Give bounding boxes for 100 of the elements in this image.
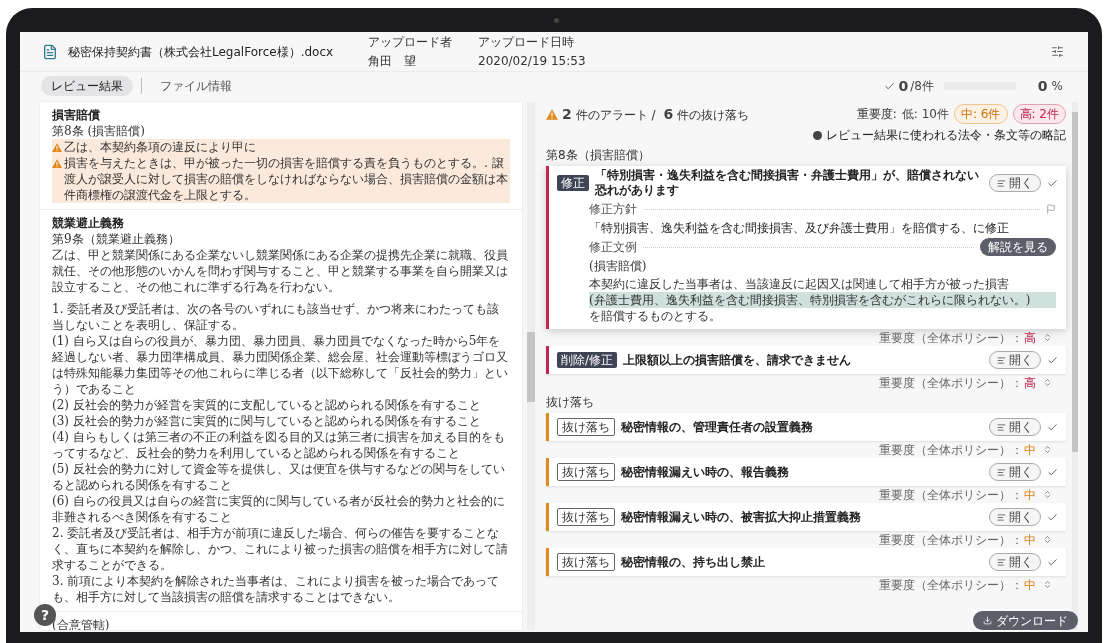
progress-total: /8件	[910, 78, 934, 95]
sort-icon[interactable]	[1043, 535, 1052, 544]
field-label: 修正文例	[589, 239, 637, 256]
progress-count: 0	[898, 76, 909, 96]
download-button[interactable]: ダウンロード	[973, 611, 1078, 630]
upload-date-label: アップロード日時	[478, 34, 575, 51]
item-title: 「特別損害・逸失利益を含む間接損害・弁護士費用」が、賠償されない恐れがあります	[595, 168, 980, 198]
lines-icon	[997, 178, 1006, 188]
open-button[interactable]: 開く	[989, 418, 1041, 436]
clause-text: 2. 委託者及び受託者は、相手方が前項に違反した場合、何らの催告を要することなく、直ちに本契約を解除し、かつ、これにより被った損害の賠償を相手方に対して請求することができる。	[52, 525, 509, 573]
severity-label: 重要度（全体ポリシー）：	[879, 486, 1023, 504]
open-button[interactable]: 開く	[989, 174, 1041, 192]
clause-text: 乙は、甲と競業関係にある企業ないし競業関係にある企業の提携先企業に就職、役員就任、その他形態のいかんを問わず関与すること、甲と競業する事業を自ら開業又は設立すること、その他これに準ずる行為を行わない。	[52, 247, 509, 295]
highlighted-clause: 損害を与えたときは、甲が被った一切の損害を賠償する責を負うものとする。. 譲渡人が譲受人に対して損害の賠償をしなければならない場合、損害賠償の金額は本件商標権の譲渡代金を上限とする。	[64, 155, 509, 203]
lines-icon	[997, 355, 1006, 365]
check-icon[interactable]	[1047, 466, 1058, 478]
review-card[interactable]: 抜け落ち 秘密情報の、持ち出し禁止 開く	[546, 548, 1066, 576]
clause-text: (3) 反社会的勢力が経営に実質的に関与していると認められる関係を有すること	[52, 413, 482, 429]
severity-label: 重要度（全体ポリシー）：	[879, 576, 1023, 594]
highlighted-clause: 乙は、本契約条項の違反により甲に	[64, 139, 256, 155]
item-tag: 修正	[557, 175, 589, 191]
policy-text: 「特別損害、逸失利益を含む間接損害、及び弁護士費用」を賠償する、に修正	[589, 220, 1010, 237]
open-button[interactable]: 開く	[989, 508, 1041, 526]
alert-label: 件のアラート /	[575, 106, 656, 124]
group-heading: 第8条（損害賠償）	[546, 147, 651, 164]
severity-label: 重要度（全体ポリシー）：	[879, 374, 1023, 392]
omission-label: 件の抜け落ち	[677, 106, 750, 124]
section-heading: 競業避止義務	[52, 215, 125, 231]
item-title: 秘密情報漏えい時の、報告義務	[621, 464, 790, 480]
upload-date: 2020/02/19 15:53	[478, 53, 587, 70]
sort-icon[interactable]	[1043, 445, 1052, 454]
clause-text: (6) 自らの役員又は自らの経営に実質的に関与している者が反社会的勢力と社会的に非難されるべき関係を有すること	[52, 493, 506, 525]
open-button[interactable]: 開く	[989, 553, 1041, 571]
example-text: を賠償するものとする。	[589, 308, 722, 324]
check-icon[interactable]	[1047, 421, 1058, 433]
section-heading: 損害賠償	[52, 107, 101, 123]
lines-icon	[997, 557, 1006, 567]
check-icon[interactable]	[1047, 556, 1058, 568]
sort-icon[interactable]	[1043, 490, 1052, 499]
clause-text: (5) 反社会的勢力に対して資金等を提供し、又は便宜を供与するなどの関与をしていると認められる関係を有すること	[52, 461, 506, 493]
sort-icon[interactable]	[1043, 580, 1052, 589]
item-title: 秘密情報の、管理責任者の設置義務	[621, 419, 814, 435]
progress-percent: 0	[1037, 76, 1048, 96]
item-title: 秘密情報漏えい時の、被害拡大抑止措置義務	[621, 509, 862, 525]
open-button[interactable]: 開く	[989, 351, 1041, 369]
severity-label: 重要度（全体ポリシー）：	[879, 441, 1023, 459]
clause-text: (2) 反社会的勢力が経営を実質的に支配していると認められる関係を有すること	[52, 397, 482, 413]
severity-label: 重要度（全体ポリシー）：	[879, 329, 1023, 347]
high-count: 高: 2件	[1012, 104, 1066, 124]
download-icon	[983, 616, 992, 625]
file-name: 秘密保持契約書（株式会社LegalForce様）.docx	[68, 43, 335, 61]
sort-icon[interactable]	[1043, 333, 1052, 342]
tab[interactable]: ファイル情報	[150, 76, 242, 96]
review-card[interactable]: 抜け落ち 秘密情報漏えい時の、報告義務 開く	[546, 458, 1066, 486]
review-card[interactable]: 修正 「特別損害・逸失利益を含む間接損害・弁護士費用」が、賠償されない恐れがあります 開く 修正方針 「特別損害、逸失利益を含む間接損害、及び弁護士費用」を賠償する、に修正 修正文例 解説を見る (損害賠償) 本契約に違反した当事者は、当該違反に起因又は関連して相手方が被った損害 (弁護士費用、逸失利益を含む間接損害、特別損害を含むがこれらに限られない。) を賠償するものとする。	[546, 166, 1066, 329]
clause-text: 3. 前項により本契約を解除された当事者は、これにより損害を被った場合であっても、相手方に対して当該損害の賠償を請求することはできない。	[52, 573, 501, 605]
check-icon[interactable]	[1047, 511, 1058, 523]
severity-value: 高	[1024, 374, 1036, 392]
highlighted-text: (弁護士費用、逸失利益を含む間接損害、特別損害を含むがこれらに限られない。)	[589, 292, 1056, 308]
item-title: 上限額以上の損害賠償を、請求できません	[623, 352, 853, 368]
explanation-button[interactable]: 解説を見る	[980, 238, 1056, 256]
severity-heading: 重要度:	[856, 106, 897, 123]
clause-text: (1) 自ら又は自らの役員が、暴力団、暴力団員、暴力団員でなくなった時から5年を経過しない者、暴力団準構成員、暴力団関係企業、総会屋、社会運動等標ぼうゴロ又は特殊知能暴力集団等その他これらに準じる者（以下総称して「反社会的勢力」という）であること	[52, 333, 509, 397]
item-tag: 削除/修正	[557, 352, 618, 368]
warning-icon	[52, 159, 62, 168]
item-title: 秘密情報の、持ち出し禁止	[621, 554, 766, 570]
item-tag: 抜け落ち	[557, 553, 615, 571]
severity-label: 重要度（全体ポリシー）：	[879, 531, 1023, 549]
open-button[interactable]: 開く	[989, 463, 1041, 481]
severity-value: 中	[1024, 576, 1036, 594]
omission-count: 6	[663, 105, 674, 124]
tab[interactable]: レビュー結果	[41, 76, 133, 96]
review-card[interactable]: 抜け落ち 秘密情報の、管理責任者の設置義務 開く	[546, 413, 1066, 441]
example-text: 本契約に違反した当事者は、当該違反に起因又は関連して相手方が被った損害	[589, 276, 1010, 292]
lines-icon	[997, 422, 1006, 432]
medium-count: 中: 6件	[954, 104, 1008, 124]
check-icon[interactable]	[1047, 177, 1058, 189]
sort-icon[interactable]	[1043, 378, 1052, 387]
severity-value: 高	[1024, 329, 1036, 347]
clause-text: 1. 委託者及び受託者は、次の各号のいずれにも該当せず、かつ将来にわたっても該当しないことを表明し、保証する。	[52, 301, 501, 333]
scrollbar[interactable]	[527, 102, 535, 630]
item-tag: 抜け落ち	[557, 418, 615, 436]
example-title: (損害賠償)	[589, 258, 648, 275]
percent-unit: %	[1051, 78, 1063, 95]
lines-icon	[997, 512, 1006, 522]
document-icon	[42, 42, 58, 61]
item-tag: 抜け落ち	[557, 508, 615, 526]
check-icon	[884, 80, 896, 92]
review-card[interactable]: 削除/修正 上限額以上の損害賠償を、請求できません 開く	[546, 346, 1066, 374]
review-card[interactable]: 抜け落ち 秘密情報漏えい時の、被害拡大抑止措置義務 開く	[546, 503, 1066, 531]
check-icon[interactable]	[1047, 354, 1058, 366]
scrollbar[interactable]	[1072, 102, 1078, 630]
field-label: 修正方針	[589, 201, 637, 218]
severity-value: 中	[1024, 531, 1036, 549]
article-title: 第8条 (損害賠償)	[52, 123, 146, 139]
warning-icon	[52, 143, 62, 152]
settings-icon[interactable]	[1051, 45, 1064, 58]
severity-value: 中	[1024, 486, 1036, 504]
article-title: 第9条（競業避止義務）	[52, 231, 181, 247]
abbreviations-link[interactable]: レビュー結果に使われる法令・条文等の略記	[826, 126, 1066, 144]
